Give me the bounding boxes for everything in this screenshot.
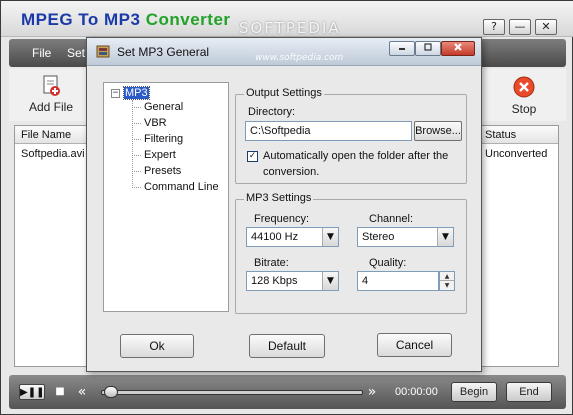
spin-up-icon[interactable]: ▲: [440, 272, 454, 281]
channel-select[interactable]: Stereo ▼: [357, 227, 454, 247]
tree-item-filtering[interactable]: Filtering: [144, 133, 183, 145]
tree-connector: [132, 155, 141, 156]
dialog-titlebar: Set MP3 General www.softpedia.com: [87, 38, 481, 66]
player-stop-button[interactable]: ■: [53, 384, 67, 400]
tree-item-command-line[interactable]: Command Line: [144, 181, 219, 193]
watermark: SOFTPEDIA: [239, 19, 341, 37]
maximize-icon: [424, 43, 432, 51]
quality-spinner[interactable]: ▲ ▼: [439, 271, 455, 291]
settings-icon: [96, 45, 110, 58]
tree-connector: [132, 123, 141, 124]
spin-down-icon[interactable]: ▼: [440, 281, 454, 290]
channel-value: Stereo: [362, 231, 395, 243]
auto-open-checkbox[interactable]: ✓: [247, 151, 258, 162]
frequency-select[interactable]: 44100 Hz ▼: [246, 227, 339, 247]
dialog-close-button[interactable]: [441, 41, 475, 56]
row-status: Unconverted: [485, 148, 548, 160]
directory-label: Directory:: [248, 106, 296, 118]
add-file-button[interactable]: Add File: [23, 75, 79, 119]
bitrate-label: Bitrate:: [254, 257, 289, 269]
minimize-icon: [399, 48, 405, 50]
close-icon: [454, 43, 462, 51]
chevron-down-icon: ▼: [322, 272, 338, 290]
cancel-button[interactable]: Cancel: [377, 333, 452, 357]
close-button[interactable]: ✕: [535, 19, 557, 35]
menu-file[interactable]: File: [32, 46, 51, 60]
tree-item-vbr[interactable]: VBR: [144, 117, 167, 129]
player-bar: ▶❚❚ ■ « » 00:00:00 Begin End: [9, 375, 566, 409]
set-mp3-general-dialog: Set MP3 General www.softpedia.com − MP3 …: [86, 37, 482, 372]
dialog-title: Set MP3 General: [117, 45, 210, 59]
ok-button[interactable]: Ok: [120, 334, 194, 358]
add-file-icon: [43, 75, 60, 96]
play-pause-button[interactable]: ▶❚❚: [19, 384, 45, 400]
help-button[interactable]: ?: [483, 19, 505, 35]
directory-input[interactable]: C:\Softpedia: [245, 121, 412, 141]
column-header-status[interactable]: Status: [485, 129, 516, 141]
row-file-name: Softpedia.avi: [21, 148, 85, 160]
tree-connector: [132, 107, 141, 108]
quality-label: Quality:: [369, 257, 407, 269]
stop-icon: [513, 76, 535, 98]
tree-connector: [132, 171, 141, 172]
tree-connector: [132, 187, 141, 188]
end-button[interactable]: End: [506, 382, 552, 402]
tree-collapse-toggle[interactable]: −: [111, 89, 120, 98]
tree-connector: [132, 139, 141, 140]
rewind-button[interactable]: «: [75, 384, 89, 400]
add-file-label: Add File: [28, 100, 74, 114]
seek-thumb[interactable]: [104, 386, 118, 398]
dialog-minimize-button[interactable]: [389, 41, 415, 56]
stop-label: Stop: [511, 102, 537, 116]
tree-item-expert[interactable]: Expert: [144, 149, 176, 161]
tree-guide-line: [132, 100, 133, 188]
forward-button[interactable]: »: [365, 384, 379, 400]
menu-settings[interactable]: Set: [67, 46, 85, 60]
tree-item-general[interactable]: General: [144, 101, 183, 113]
mp3-settings-label: MP3 Settings: [244, 192, 314, 204]
frequency-label: Frequency:: [254, 213, 310, 225]
output-settings-group: Output Settings Directory: C:\Softpedia …: [235, 87, 467, 184]
auto-open-label-line1: Automatically open the folder after the: [263, 150, 449, 162]
chevron-down-icon: ▼: [437, 228, 453, 246]
mp3-settings-group: MP3 Settings Frequency: 44100 Hz ▼ Chann…: [235, 192, 467, 314]
frequency-value: 44100 Hz: [251, 231, 299, 243]
minimize-button[interactable]: —: [509, 19, 531, 35]
tree-item-mp3[interactable]: MP3: [123, 86, 150, 100]
time-display: 00:00:00: [395, 386, 438, 398]
stop-button[interactable]: Stop: [496, 75, 552, 119]
dialog-watermark: www.softpedia.com: [255, 53, 344, 63]
dialog-maximize-button[interactable]: [415, 41, 441, 56]
tree-item-presets[interactable]: Presets: [144, 165, 181, 177]
chevron-down-icon: ▼: [322, 228, 338, 246]
seek-track[interactable]: [101, 390, 363, 395]
bitrate-value: 128 Kbps: [251, 275, 298, 287]
channel-label: Channel:: [369, 213, 414, 225]
settings-tree[interactable]: − MP3 General VBR Filtering Expert Prese…: [103, 82, 229, 312]
app-title-part1: MPEG To MP3: [21, 10, 141, 29]
column-header-file-name[interactable]: File Name: [21, 129, 71, 141]
main-titlebar: MPEG To MP3 Converter SOFTPEDIA ? — ✕: [1, 1, 573, 37]
app-title: MPEG To MP3 Converter: [21, 10, 231, 30]
output-settings-label: Output Settings: [244, 87, 324, 99]
quality-input[interactable]: 4: [357, 271, 439, 291]
default-button[interactable]: Default: [249, 334, 325, 358]
auto-open-label-line2: conversion.: [263, 166, 320, 178]
bitrate-select[interactable]: 128 Kbps ▼: [246, 271, 339, 291]
begin-button[interactable]: Begin: [451, 382, 497, 402]
browse-button[interactable]: Browse...: [414, 121, 462, 141]
app-title-part2: Converter: [145, 10, 231, 29]
